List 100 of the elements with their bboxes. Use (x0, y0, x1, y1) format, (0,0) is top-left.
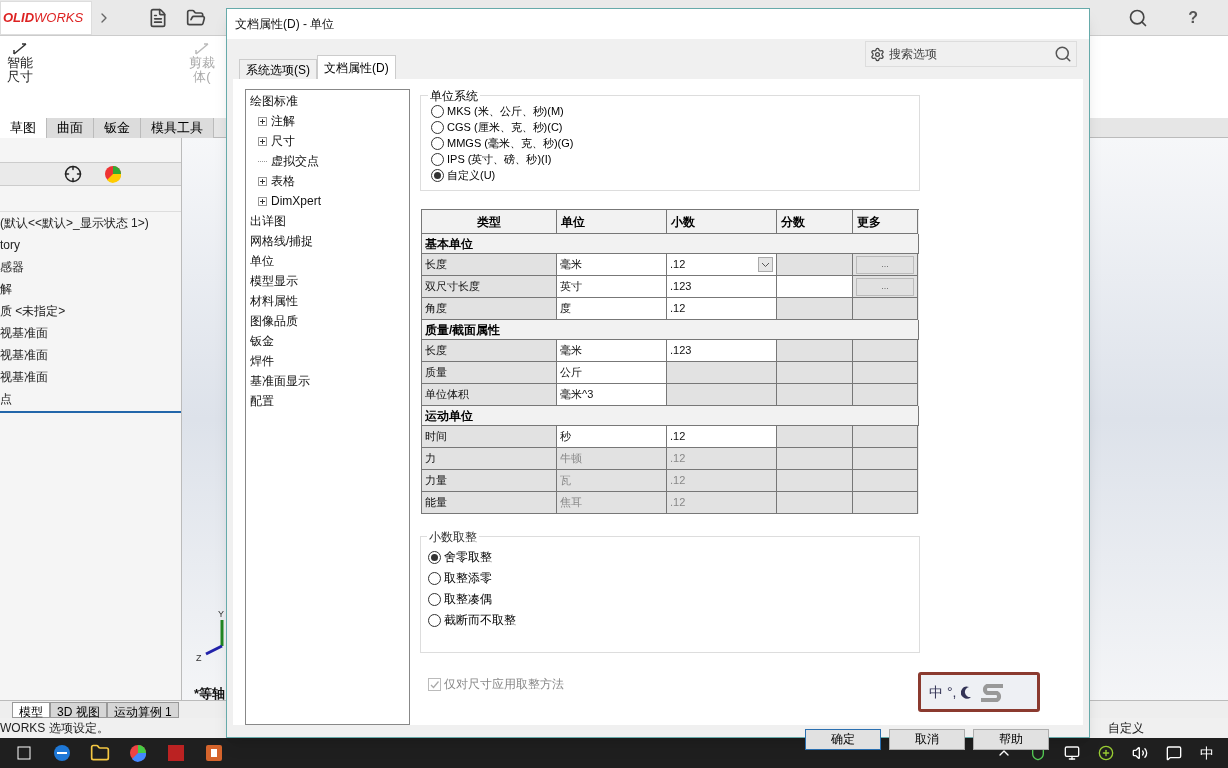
tree-item[interactable]: 虚拟交点 (271, 152, 319, 170)
tree-item[interactable]: 焊件 (250, 352, 274, 370)
crosshair-icon[interactable] (64, 165, 82, 183)
table-cell: 力 (422, 448, 557, 470)
tree-item[interactable]: 模型显示 (250, 272, 298, 290)
settings-icon[interactable] (870, 46, 885, 62)
app-logo: OLIDWORKS (0, 0, 92, 35)
column-header: 类型 (422, 210, 557, 234)
table-cell: 质量 (422, 362, 557, 384)
radio-button[interactable] (431, 152, 444, 166)
tree-item[interactable]: 单位 (250, 252, 274, 270)
bottom-tab[interactable]: 运动算例 1 (106, 702, 179, 718)
notification-icon[interactable] (1166, 745, 1182, 761)
tree-item[interactable]: 网格线/捕捉 (250, 232, 314, 250)
browser-icon[interactable] (52, 743, 72, 763)
tree-item[interactable]: 出详图 (250, 212, 286, 230)
dialog-button[interactable]: 取消 (889, 728, 965, 750)
new-document-icon[interactable] (148, 7, 168, 28)
feature-tree-item[interactable]: 视基准面 (0, 366, 181, 388)
expand-icon[interactable] (258, 116, 267, 126)
ime-punctuation-text[interactable]: °, (947, 681, 957, 703)
ribbon-tab[interactable]: 曲面 (47, 118, 94, 138)
open-folder-icon[interactable] (186, 7, 206, 28)
tree-item[interactable]: 配置 (250, 392, 274, 410)
radio-label: 取整添零 (444, 570, 492, 587)
dimension-icon (194, 42, 210, 56)
ribbon-button[interactable]: 智能尺寸 (4, 36, 36, 118)
radio-button[interactable] (428, 571, 441, 585)
window-title: 文档属性(D) - 单位 (235, 16, 335, 33)
tree-item[interactable]: 图像品质 (250, 312, 298, 330)
table-cell: .12 (667, 492, 777, 514)
ribbon-tab[interactable]: 钣金 (94, 118, 141, 138)
radio-label: MKS (米、公斤、秒)(M) (447, 103, 564, 119)
help-text[interactable]: ? (1188, 5, 1198, 30)
radio-button[interactable] (431, 168, 444, 182)
input-language[interactable]: 中 (1200, 742, 1214, 764)
radio-button[interactable] (428, 550, 441, 564)
chevron-down-icon (761, 261, 770, 268)
dropdown-button[interactable] (758, 257, 773, 272)
ribbon-tab[interactable]: 模具工具 (141, 118, 214, 138)
tree-item[interactable]: 材料属性 (250, 292, 298, 310)
checkbox-label: 仅对尺寸应用取整方法 (444, 676, 564, 693)
tree-item[interactable]: 表格 (271, 172, 295, 190)
ime-mode-text[interactable]: 中 (929, 681, 943, 703)
more-button[interactable]: ... (856, 255, 914, 274)
bottom-tab[interactable]: 3D 视图 (50, 702, 107, 718)
tree-item[interactable]: 注解 (271, 112, 295, 130)
tree-item[interactable]: 基准面显示 (250, 372, 310, 390)
feature-tree-item[interactable]: tory (0, 234, 181, 256)
table-cell: .12 (667, 426, 777, 448)
presentation-icon[interactable] (204, 743, 224, 763)
tab[interactable]: 系统选项(S) (239, 59, 317, 79)
dialog-button[interactable]: 确定 (805, 728, 881, 750)
color-ball-icon[interactable] (104, 165, 122, 183)
ribbon-tab[interactable]: 草图 (0, 118, 47, 138)
color-wheel-icon[interactable] (128, 743, 148, 763)
table-cell: 毫米 (557, 254, 667, 276)
table-cell: 长度 (422, 254, 557, 276)
table-cell: 毫米 (557, 340, 667, 362)
folder-icon[interactable] (90, 743, 110, 763)
expand-icon[interactable] (258, 196, 267, 206)
radio-button[interactable] (431, 136, 444, 150)
task-view-icon[interactable] (14, 745, 34, 761)
expand-icon[interactable] (258, 136, 267, 146)
radio-button[interactable] (428, 592, 441, 606)
tree-item[interactable]: 绘图标准 (250, 92, 298, 110)
dialog-button[interactable]: 帮助 (973, 728, 1049, 750)
tree-item[interactable]: DimXpert (271, 192, 321, 210)
tab[interactable]: 文档属性(D) (317, 55, 396, 79)
feature-tree-item[interactable]: 感器 (0, 256, 181, 278)
feature-tree-item[interactable]: 点 (0, 388, 181, 410)
radio-label: MMGS (毫米、克、秒)(G) (447, 135, 574, 151)
table-cell: 长度 (422, 340, 557, 362)
tree-item[interactable]: 钣金 (250, 332, 274, 350)
app-icon[interactable] (166, 743, 186, 763)
plus-icon[interactable] (1098, 745, 1114, 761)
feature-tree-item[interactable]: (默认<<默认>_显示状态 1>) (0, 212, 181, 234)
feature-tree-item[interactable]: 质 <未指定> (0, 300, 181, 322)
radio-label: 舍零取整 (444, 549, 492, 566)
feature-tree-item[interactable]: 解 (0, 278, 181, 300)
more-button[interactable]: ... (856, 277, 914, 296)
moon-icon[interactable] (960, 685, 973, 699)
search-icon[interactable] (1128, 7, 1149, 28)
status-text: 自定义 (1108, 720, 1144, 737)
table-cell: 双尺寸长度 (422, 276, 557, 298)
search-input[interactable]: 搜索选项 (889, 45, 1050, 63)
tree-item[interactable]: 尺寸 (271, 132, 295, 150)
expand-icon[interactable] (258, 176, 267, 186)
feature-tree-item[interactable]: 视基准面 (0, 322, 181, 344)
radio-button[interactable] (431, 120, 444, 134)
feature-tree-item[interactable]: 视基准面 (0, 344, 181, 366)
table-cell: 焦耳 (557, 492, 667, 514)
table-cell: .12 (667, 254, 777, 276)
radio-label: IPS (英寸、磅、秒)(I) (447, 151, 552, 167)
search-icon[interactable] (1054, 45, 1072, 63)
network-icon[interactable] (1064, 745, 1080, 761)
volume-icon[interactable] (1132, 745, 1148, 761)
radio-button[interactable] (428, 613, 441, 627)
search-box[interactable]: 搜索选项 (865, 41, 1077, 67)
bottom-tab[interactable]: 模型 (12, 702, 50, 718)
